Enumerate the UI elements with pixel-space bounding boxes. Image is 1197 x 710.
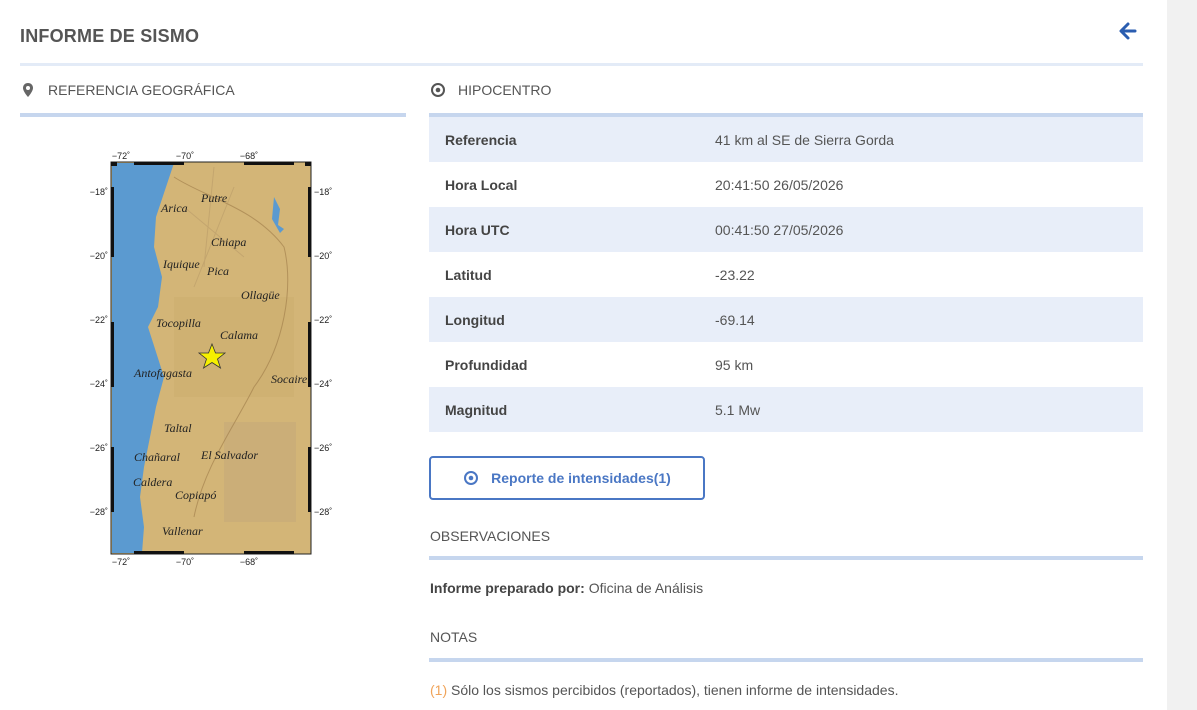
place-label: Antofagasta bbox=[133, 366, 192, 380]
lat-tick-left: −18˚ bbox=[90, 187, 108, 197]
prepared-by-value: Oficina de Análisis bbox=[588, 580, 704, 596]
table-row: Magnitud 5.1 Mw bbox=[429, 387, 1143, 432]
lat-tick-left: −26˚ bbox=[90, 443, 108, 453]
table-row: Referencia 41 km al SE de Sierra Gorda bbox=[429, 117, 1143, 162]
note-text: Sólo los sismos percibidos (reportados),… bbox=[451, 682, 899, 698]
map-pin-icon bbox=[20, 82, 36, 98]
row-value: 41 km al SE de Sierra Gorda bbox=[715, 131, 894, 148]
note-item: (1) Sólo los sismos percibidos (reportad… bbox=[430, 682, 898, 698]
place-label: El Salvador bbox=[200, 448, 258, 462]
lon-tick-top: −70˚ bbox=[176, 151, 194, 161]
table-row: Hora UTC 00:41:50 27/05/2026 bbox=[429, 207, 1143, 252]
place-label: Vallenar bbox=[162, 524, 203, 538]
title-divider bbox=[20, 63, 1143, 66]
table-row: Latitud -23.22 bbox=[429, 252, 1143, 297]
row-value: 5.1 Mw bbox=[715, 401, 761, 418]
table-row: Profundidad 95 km bbox=[429, 342, 1143, 387]
place-label: Calama bbox=[220, 328, 258, 342]
place-label: Ollagüe bbox=[241, 288, 280, 302]
hypocenter-heading: HIPOCENTRO bbox=[458, 82, 552, 98]
place-label: Caldera bbox=[133, 475, 172, 489]
place-label: Chiapa bbox=[211, 235, 246, 249]
earthquake-map: −72˚ −70˚ −68˚ −72˚ −70˚ −68˚ −18˚ −20˚ … bbox=[84, 147, 340, 572]
lat-tick-left: −28˚ bbox=[90, 507, 108, 517]
place-label: Chañaral bbox=[134, 450, 181, 464]
target-icon bbox=[464, 471, 479, 485]
geo-divider bbox=[20, 113, 406, 117]
row-label: Hora UTC bbox=[445, 221, 510, 238]
place-label: Tocopilla bbox=[156, 316, 201, 330]
place-label: Copiapó bbox=[175, 488, 216, 502]
observations-heading: OBSERVACIONES bbox=[430, 528, 551, 544]
lat-tick-right: −28˚ bbox=[314, 507, 332, 517]
lat-tick-right: −22˚ bbox=[314, 315, 332, 325]
place-label: Putre bbox=[200, 191, 228, 205]
place-label: Socaire bbox=[271, 372, 308, 386]
row-value: 95 km bbox=[715, 356, 754, 373]
place-label: Iquique bbox=[162, 257, 200, 271]
note-number: (1) bbox=[430, 682, 448, 698]
lon-tick-top: −72˚ bbox=[112, 151, 130, 161]
lat-tick-left: −24˚ bbox=[90, 379, 108, 389]
lat-tick-right: −24˚ bbox=[314, 379, 332, 389]
row-label: Referencia bbox=[445, 131, 517, 148]
lat-tick-left: −20˚ bbox=[90, 251, 108, 261]
row-label: Magnitud bbox=[445, 401, 508, 418]
lon-tick-bottom: −70˚ bbox=[176, 557, 194, 567]
place-label: Pica bbox=[206, 264, 229, 278]
lat-tick-right: −26˚ bbox=[314, 443, 332, 453]
lon-tick-bottom: −72˚ bbox=[112, 557, 130, 567]
prepared-by-label: Informe preparado por: bbox=[430, 580, 585, 596]
lat-tick-right: −20˚ bbox=[314, 251, 332, 261]
observations-divider bbox=[429, 556, 1143, 560]
row-label: Hora Local bbox=[445, 176, 518, 193]
prepared-by: Informe preparado por: Oficina de Anális… bbox=[430, 580, 703, 596]
lat-tick-left: −22˚ bbox=[90, 315, 108, 325]
table-row: Longitud -69.14 bbox=[429, 297, 1143, 342]
notes-divider bbox=[429, 658, 1143, 662]
intensity-report-label: Reporte de intensidades(1) bbox=[491, 470, 671, 486]
page-title: INFORME DE SISMO bbox=[20, 26, 200, 46]
lon-tick-top: −68˚ bbox=[240, 151, 258, 161]
row-value: 20:41:50 26/05/2026 bbox=[715, 176, 844, 193]
lat-tick-right: −18˚ bbox=[314, 187, 332, 197]
back-arrow-icon[interactable] bbox=[1116, 20, 1140, 42]
scrollbar[interactable] bbox=[1167, 0, 1197, 710]
geo-heading: REFERENCIA GEOGRÁFICA bbox=[48, 82, 235, 98]
intensity-report-button[interactable]: Reporte de intensidades(1) bbox=[429, 456, 705, 500]
place-label: Taltal bbox=[164, 421, 192, 435]
row-value: -23.22 bbox=[715, 266, 755, 283]
hypocenter-table: Referencia 41 km al SE de Sierra Gorda H… bbox=[429, 117, 1143, 432]
row-value: -69.14 bbox=[715, 311, 755, 328]
row-value: 00:41:50 27/05/2026 bbox=[715, 221, 844, 238]
table-row: Hora Local 20:41:50 26/05/2026 bbox=[429, 162, 1143, 207]
row-label: Profundidad bbox=[445, 356, 528, 373]
row-label: Longitud bbox=[445, 311, 505, 328]
target-icon bbox=[430, 82, 446, 98]
geo-section-header: REFERENCIA GEOGRÁFICA bbox=[20, 82, 235, 98]
notes-heading: NOTAS bbox=[430, 629, 478, 645]
row-label: Latitud bbox=[445, 266, 492, 283]
place-label: Arica bbox=[160, 201, 188, 215]
hypocenter-section-header: HIPOCENTRO bbox=[430, 82, 551, 98]
lon-tick-bottom: −68˚ bbox=[240, 557, 258, 567]
